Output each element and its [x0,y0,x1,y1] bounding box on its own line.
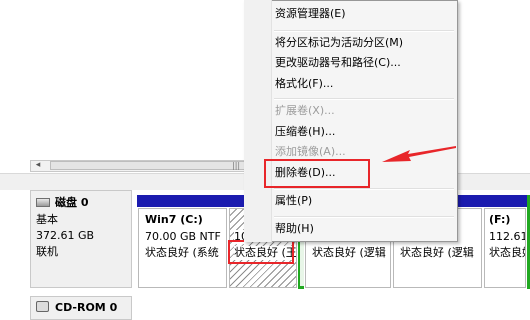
partition-c[interactable]: Win7 (C:) 70.00 GB NTF 状态良好 (系统 [137,195,228,289]
menu-separator [274,98,454,100]
partition-size: 70.00 GB NTF [145,230,221,243]
partition-size: 112.61 [489,230,526,243]
cd-drive-icon [36,301,49,312]
menu-separator [274,188,454,190]
partition-title: Win7 (C:) [145,213,203,226]
partition-title: (F:) [489,213,511,226]
disk-type: 基本 [36,213,58,226]
partition-bar [137,195,228,207]
partition-body: Win7 (C:) 70.00 GB NTF 状态良好 (系统 [138,208,227,288]
partition-status: 状态良好 (逻辑 [312,246,386,259]
menu-item-change-drive-letter[interactable]: 更改驱动器号和路径(C)... [275,56,401,70]
partition-f[interactable]: (F:) 112.61 状态良好 [483,195,527,289]
scroll-left-arrow-icon[interactable]: ◂ [33,158,43,172]
scrollbar-grip-icon: ||| [232,161,241,170]
hard-disk-icon [36,198,50,207]
disk-name: 磁盘 0 [55,196,89,209]
menu-item-mark-active[interactable]: 将分区标记为活动分区(M) [275,36,403,50]
partition-status: 状态良好 (系统 [145,246,219,259]
partition-status: 状态良好 (逻辑 [400,246,474,259]
cdrom-info-panel[interactable]: CD-ROM 0 [30,296,132,320]
annotation-highlight-delete-volume [264,159,370,188]
disk-size: 372.61 GB [36,229,95,242]
cdrom-name: CD-ROM 0 [55,301,118,314]
context-menu-gutter [244,0,272,242]
partition-body: (F:) 112.61 状态良好 [484,208,526,288]
menu-item-shrink-volume[interactable]: 压缩卷(H)... [275,125,335,139]
annotation-arrow-icon [382,146,456,162]
scrollbar-thumb[interactable] [50,161,260,170]
menu-item-format[interactable]: 格式化(F)... [275,77,333,91]
partition-bar [483,195,527,207]
disk-status: 联机 [36,245,58,258]
menu-item-explorer[interactable]: 资源管理器(E) [275,7,346,21]
menu-item-extend-volume[interactable]: 扩展卷(X)... [275,104,335,118]
annotation-highlight-partition [228,240,294,264]
menu-item-help[interactable]: 帮助(H) [275,222,314,236]
menu-item-properties[interactable]: 属性(P) [275,194,312,208]
partition-status: 状态良好 [489,246,525,259]
menu-item-add-mirror[interactable]: 添加镜像(A)... [275,145,346,159]
menu-separator [274,30,454,32]
menu-separator [274,216,454,218]
disk-0-info-panel[interactable]: 磁盘 0 基本 372.61 GB 联机 [30,190,132,288]
